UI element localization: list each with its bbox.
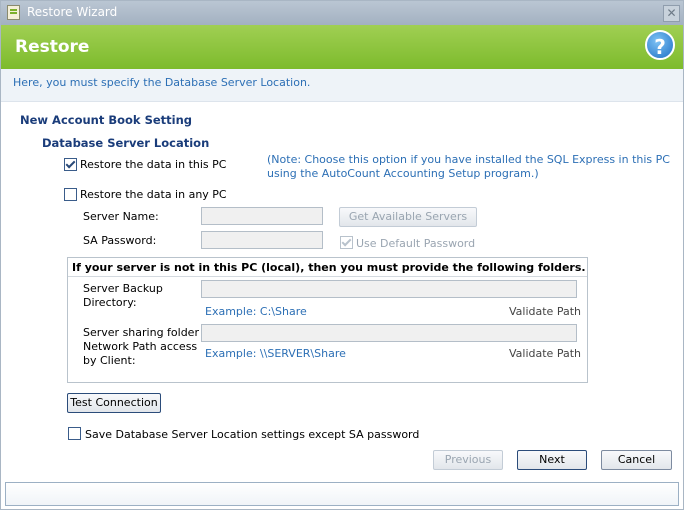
network-path-input[interactable] (201, 324, 577, 342)
backup-dir-input[interactable] (201, 280, 577, 298)
save-settings-checkbox[interactable] (68, 427, 81, 440)
next-button[interactable]: Next (517, 450, 587, 470)
backup-dir-validate-path[interactable]: Validate Path (509, 305, 581, 318)
server-folders-heading-bar: If your server is not in this PC (local)… (68, 258, 587, 277)
restore-wizard-window: Restore Wizard ✕ Restore ? Here, you mus… (0, 0, 684, 510)
network-path-validate-path[interactable]: Validate Path (509, 347, 581, 360)
close-icon: ✕ (666, 6, 677, 20)
progress-bar (5, 482, 679, 506)
help-icon: ? (654, 35, 666, 59)
save-settings-label[interactable]: Save Database Server Location settings e… (85, 428, 419, 441)
instruction-text: Here, you must specify the Database Serv… (13, 76, 311, 89)
restore-any-checkbox[interactable] (64, 188, 77, 201)
use-default-password-checkbox[interactable] (340, 236, 353, 249)
window-title: Restore Wizard (27, 5, 118, 19)
server-folders-heading: If your server is not in this PC (local)… (72, 261, 586, 274)
restore-local-checkbox[interactable] (64, 158, 77, 171)
close-button[interactable]: ✕ (663, 5, 680, 22)
network-path-example: Example: \\SERVER\Share (205, 347, 346, 360)
sa-password-label: SA Password: (83, 234, 157, 247)
test-connection-button[interactable]: Test Connection (67, 393, 161, 413)
section-title: New Account Book Setting (20, 113, 193, 127)
server-name-label: Server Name: (83, 210, 159, 223)
sa-password-input[interactable] (201, 231, 323, 249)
restore-local-note-line1: (Note: Choose this option if you have in… (267, 153, 670, 166)
server-folders-group: If your server is not in this PC (local)… (67, 257, 588, 383)
backup-dir-label-line1: Server Backup (83, 282, 163, 295)
network-path-label-line1: Server sharing folder (83, 326, 199, 339)
previous-button[interactable]: Previous (433, 450, 503, 470)
server-name-input[interactable] (201, 207, 323, 225)
page-title: Restore (15, 37, 90, 57)
app-icon (7, 5, 20, 20)
cancel-button[interactable]: Cancel (601, 450, 672, 470)
help-button[interactable]: ? (645, 30, 675, 60)
use-default-password-label[interactable]: Use Default Password (356, 237, 475, 250)
backup-dir-example: Example: C:\Share (205, 305, 307, 318)
get-available-servers-button[interactable]: Get Available Servers (339, 207, 477, 227)
restore-local-note-line2: using the AutoCount Accounting Setup pro… (267, 167, 539, 180)
instruction-bar: Here, you must specify the Database Serv… (1, 69, 683, 102)
network-path-label-line2: Network Path access (83, 340, 198, 353)
title-bar: Restore Wizard ✕ (1, 1, 683, 25)
restore-local-label[interactable]: Restore the data in this PC (80, 158, 226, 171)
network-path-label-line3: by Client: (83, 354, 136, 367)
backup-dir-label-line2: Directory: (83, 296, 137, 309)
restore-any-label[interactable]: Restore the data in any PC (80, 188, 227, 201)
subsection-title: Database Server Location (42, 136, 210, 150)
header-banner: Restore ? (1, 25, 683, 69)
